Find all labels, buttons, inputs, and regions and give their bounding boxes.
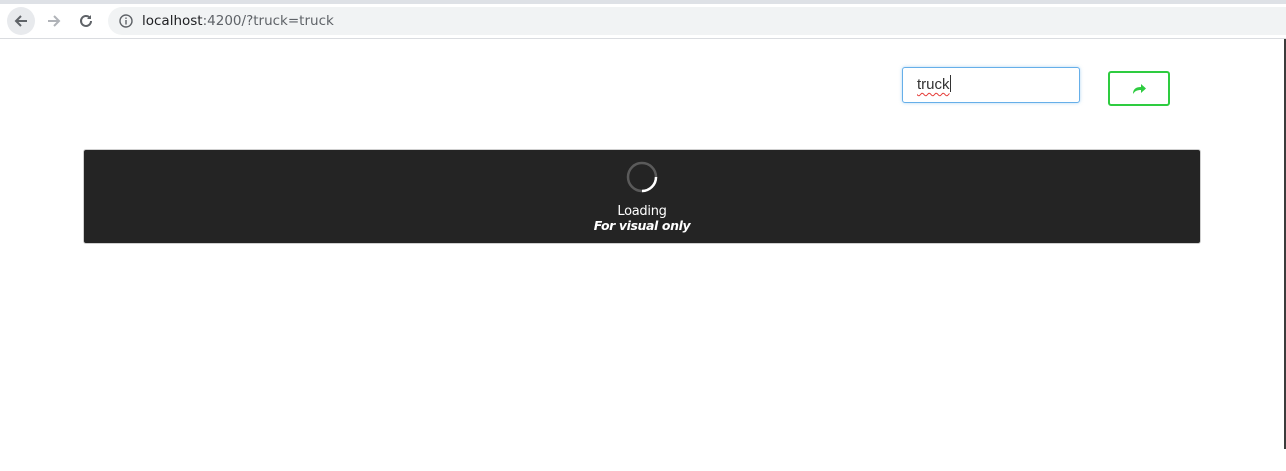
back-button[interactable] xyxy=(7,7,35,35)
loading-label: Loading xyxy=(617,204,667,219)
search-input-value: truck xyxy=(917,76,950,93)
loading-panel: Loading For visual only xyxy=(83,149,1201,244)
arrow-left-icon xyxy=(14,15,27,27)
reload-button[interactable] xyxy=(72,7,100,35)
loading-sublabel: For visual only xyxy=(593,218,691,233)
url-host: localhost xyxy=(142,13,203,29)
address-bar[interactable]: localhost:4200/?truck=truck xyxy=(108,7,1286,35)
go-button[interactable] xyxy=(1108,71,1170,106)
spinner-icon xyxy=(626,161,658,193)
share-arrow-icon xyxy=(1133,83,1146,94)
url-text: localhost:4200/?truck=truck xyxy=(142,7,334,35)
search-input[interactable]: truck xyxy=(902,67,1080,103)
reload-icon xyxy=(80,14,92,27)
url-path: :4200/?truck=truck xyxy=(202,13,334,29)
text-caret xyxy=(949,75,951,92)
forward-button[interactable] xyxy=(40,7,68,35)
info-icon[interactable] xyxy=(119,14,133,28)
arrow-right-icon xyxy=(48,15,61,27)
browser-toolbar: localhost:4200/?truck=truck xyxy=(0,4,1286,39)
